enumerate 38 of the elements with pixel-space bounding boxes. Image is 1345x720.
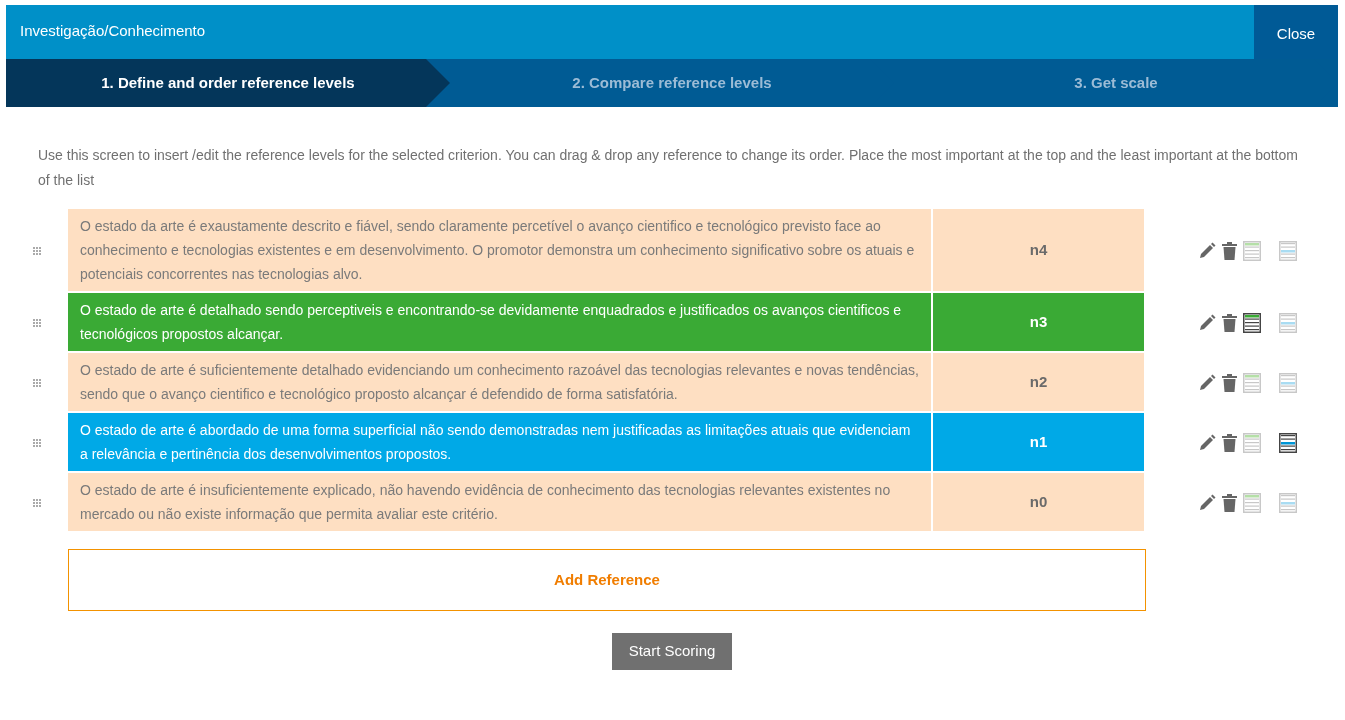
- edit-icon[interactable]: [1198, 242, 1216, 260]
- middle-level-list-icon[interactable]: [1279, 433, 1297, 453]
- dialog-title: Investigação/Conhecimento: [19, 21, 207, 41]
- edit-icon[interactable]: [1198, 494, 1216, 512]
- trash-icon[interactable]: [1222, 374, 1237, 392]
- top-level-list-icon[interactable]: [1243, 313, 1261, 333]
- close-button[interactable]: Close: [1254, 5, 1338, 59]
- reference-description: O estado da arte é exaustamente descrito e fiável, sendo claramente percetível o avanço cientifico e tecnológico previsto face ao conhecimento e tecnologias existentes e em desenvolvimento. O promotor demonstra um conhecimento significativo sobre os atuais e potenciais concorrentes nas tecnologias alvo.: [80, 218, 915, 282]
- reference-row[interactable]: O estado de arte é insuficientemente explicado, não havendo evidência de conhecimento das tecnologias relevantes existentes no mercado ou não existe informação que permita avaliar este critério. n0: [68, 473, 1144, 533]
- reference-row[interactable]: O estado de arte é detalhado sendo perceptiveis e encontrando-se devidamente enquadrados e justificados os avanços cientificos e tecnológicos propostos alcançar. n3: [68, 293, 1144, 353]
- start-scoring-button[interactable]: Start Scoring: [611, 633, 733, 670]
- reference-description: O estado de arte é insuficientemente explicado, não havendo evidência de conhecimento das tecnologias relevantes existentes no mercado ou não existe informação que permita avaliar este critério.: [80, 482, 891, 522]
- level-label: n3: [1029, 311, 1048, 332]
- edit-icon[interactable]: [1198, 374, 1216, 392]
- reference-description: O estado de arte é abordado de uma forma superficial não sendo demonstradas nem justificadas as limitações atuais que evidenciam a relevância e pertinência dos desenvolvimentos propostos.: [80, 422, 911, 462]
- reference-row[interactable]: [68, 209, 1144, 293]
- reference-row[interactable]: [68, 353, 1144, 413]
- drag-handle-icon[interactable]: [32, 318, 42, 328]
- edit-icon[interactable]: [1198, 434, 1216, 452]
- edit-icon[interactable]: [1198, 314, 1216, 332]
- level-label: n0: [1029, 491, 1048, 512]
- level-label: n4: [1029, 239, 1048, 260]
- drag-handle-icon[interactable]: [32, 246, 42, 256]
- reference-description: O estado de arte é detalhado sendo perceptiveis e encontrando-se devidamente enquadrados e justificados os avanços cientificos e tecnológicos propostos alcançar.: [80, 302, 902, 342]
- level-label: n2: [1029, 371, 1048, 392]
- level-label: n1: [1029, 431, 1048, 452]
- instructions-text: Use this screen to insert /edit the reference levels for the selected criterion. You can drag & drop any reference to change its order. Place the most important at the top and the least important at the bottom of the list: [38, 146, 1299, 190]
- reference-description: O estado de arte é suficientemente detalhado evidenciando um conhecimento razoável das tecnologias relevantes e novas tendências, sendo que o avanço cientifico e tecnológico proposto alcançar é defendido de forma satisfatória.: [80, 362, 919, 402]
- trash-icon[interactable]: [1222, 242, 1237, 260]
- drag-handle-icon[interactable]: [32, 438, 42, 448]
- trash-icon[interactable]: [1222, 434, 1237, 452]
- drag-handle-icon[interactable]: [32, 378, 42, 388]
- trash-icon[interactable]: [1222, 314, 1237, 332]
- reference-row[interactable]: O estado de arte é abordado de uma forma superficial não sendo demonstradas nem justificadas as limitações atuais que evidenciam a relevância e pertinência dos desenvolvimentos propostos. n1: [68, 413, 1144, 473]
- step-tab[interactable]: 1. Define and order reference levels: [6, 59, 450, 107]
- drag-handle-icon[interactable]: [32, 498, 42, 508]
- add-reference-button[interactable]: Add Reference: [68, 549, 1146, 611]
- trash-icon[interactable]: [1222, 494, 1237, 512]
